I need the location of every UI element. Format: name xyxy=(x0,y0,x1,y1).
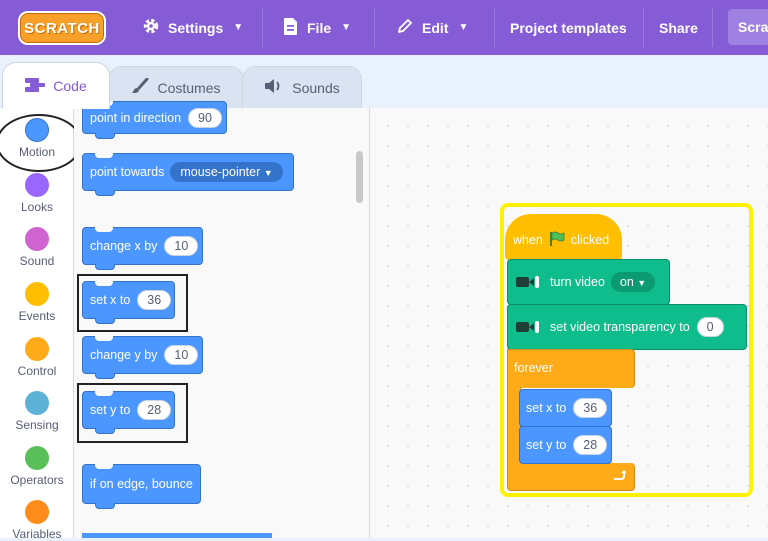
chevron-down-icon: ▼ xyxy=(637,278,647,288)
block-if-on-edge-bounce[interactable]: if on edge, bounce xyxy=(82,464,201,509)
gear-icon xyxy=(142,17,160,38)
block-label: set x to xyxy=(526,401,567,415)
video-camera-icon xyxy=(516,273,540,291)
menu-divider xyxy=(643,8,644,47)
category-label: Sensing xyxy=(15,418,59,432)
change-x-input[interactable]: 10 xyxy=(164,236,199,256)
loop-arrow-icon xyxy=(612,468,627,487)
scratch-logo[interactable]: SCRATCH xyxy=(18,11,106,45)
edit-menu[interactable]: Edit ▼ xyxy=(396,0,468,55)
paintbrush-icon xyxy=(131,77,149,97)
block-label: change y by xyxy=(90,348,158,362)
category-label: Looks xyxy=(20,200,54,214)
code-blocks-icon xyxy=(25,77,46,95)
tab-code[interactable]: Code xyxy=(2,62,110,109)
chevron-down-icon: ▼ xyxy=(263,168,273,178)
chevron-down-icon: ▼ xyxy=(458,22,469,33)
project-templates-link[interactable]: Project templates xyxy=(510,0,627,55)
block-label: set y to xyxy=(526,438,567,452)
category-label: Variables xyxy=(12,527,62,541)
control-dot xyxy=(25,337,49,361)
category-label: Events xyxy=(18,309,56,323)
motion-highlight-circle xyxy=(0,114,82,172)
chevron-down-icon: ▼ xyxy=(341,22,352,33)
change-y-input[interactable]: 10 xyxy=(164,345,199,365)
chevron-down-icon: ▼ xyxy=(233,22,244,33)
pencil-icon xyxy=(396,17,414,38)
category-sound[interactable]: Sound xyxy=(0,227,74,268)
tab-sounds-label: Sounds xyxy=(292,79,340,96)
category-operators[interactable]: Operators xyxy=(0,446,74,487)
menu-divider xyxy=(262,8,263,47)
block-label: point in direction xyxy=(90,110,182,125)
share-link[interactable]: Share xyxy=(659,0,698,55)
video-camera-icon xyxy=(516,318,540,336)
file-icon xyxy=(283,17,299,39)
block-change-x-by[interactable]: change x by 10 xyxy=(82,227,203,270)
hat-when-label: when xyxy=(513,233,543,247)
variables-dot xyxy=(25,500,49,524)
speaker-icon xyxy=(264,79,284,96)
tab-costumes-label: Costumes xyxy=(157,79,221,96)
when-flag-clicked-block[interactable]: when clicked xyxy=(505,214,622,260)
looks-dot xyxy=(25,173,49,197)
set-x-highlight-box xyxy=(77,274,188,332)
block-label: set video transparency to xyxy=(550,320,690,334)
set-y-input[interactable]: 28 xyxy=(573,435,608,455)
transparency-input[interactable]: 0 xyxy=(696,317,724,337)
category-variables[interactable]: Variables xyxy=(0,500,74,541)
set-y-highlight-box xyxy=(77,383,188,443)
target-dropdown[interactable]: mouse-pointer ▼ xyxy=(170,162,283,182)
file-label: File xyxy=(307,19,332,36)
block-label: point towards xyxy=(90,165,165,179)
menu-divider xyxy=(374,8,375,47)
menu-divider xyxy=(494,8,495,47)
script-set-x-block[interactable]: set x to 36 xyxy=(519,389,612,427)
direction-input[interactable]: 90 xyxy=(188,107,222,128)
block-label: if on edge, bounce xyxy=(90,477,193,491)
script-set-y-block[interactable]: set y to 28 xyxy=(519,426,612,464)
block-label: turn video xyxy=(550,275,605,289)
category-events[interactable]: Events xyxy=(0,282,74,323)
edit-label: Edit xyxy=(422,19,449,36)
category-label: Sound xyxy=(19,254,55,268)
menu-bar: SCRATCH Settings ▼ File ▼ Edit ▼ Project… xyxy=(0,0,768,55)
settings-menu[interactable]: Settings ▼ xyxy=(142,0,243,55)
set-video-transparency-block[interactable]: set video transparency to 0 xyxy=(507,304,747,350)
tab-sounds[interactable]: Sounds xyxy=(242,66,362,108)
forever-label: forever xyxy=(514,361,553,375)
tab-code-label: Code xyxy=(53,78,87,94)
hat-clicked-label: clicked xyxy=(570,233,610,247)
sensing-dot xyxy=(25,391,49,415)
palette-scrollbar[interactable] xyxy=(356,151,363,203)
forever-bottom xyxy=(507,463,635,491)
category-control[interactable]: Control xyxy=(0,337,74,378)
next-block-edge xyxy=(82,533,272,538)
block-point-towards[interactable]: point towards mouse-pointer ▼ xyxy=(82,153,294,196)
forever-block[interactable]: forever xyxy=(507,349,635,388)
file-menu[interactable]: File ▼ xyxy=(283,0,351,55)
category-label: Operators xyxy=(10,473,64,487)
video-state-dropdown[interactable]: on ▼ xyxy=(610,272,656,292)
green-flag-icon xyxy=(549,231,565,250)
see-project-page-button[interactable]: Scra xyxy=(728,9,768,45)
category-menu: Motion Looks Sound Events Control Sensin… xyxy=(0,108,82,541)
turn-video-block[interactable]: turn video on ▼ xyxy=(507,259,670,305)
category-looks[interactable]: Looks xyxy=(0,173,74,214)
menu-divider xyxy=(712,8,713,47)
block-label: change x by xyxy=(90,239,158,253)
settings-label: Settings xyxy=(168,19,224,36)
events-dot xyxy=(25,282,49,306)
category-sensing[interactable]: Sensing xyxy=(0,391,74,432)
block-change-y-by[interactable]: change y by 10 xyxy=(82,336,203,379)
operators-dot xyxy=(25,446,49,470)
dropdown-value: mouse-pointer xyxy=(180,165,261,179)
category-label: Control xyxy=(17,364,57,378)
sound-dot xyxy=(25,227,49,251)
set-x-input[interactable]: 36 xyxy=(573,398,608,418)
dropdown-value: on xyxy=(619,275,634,289)
